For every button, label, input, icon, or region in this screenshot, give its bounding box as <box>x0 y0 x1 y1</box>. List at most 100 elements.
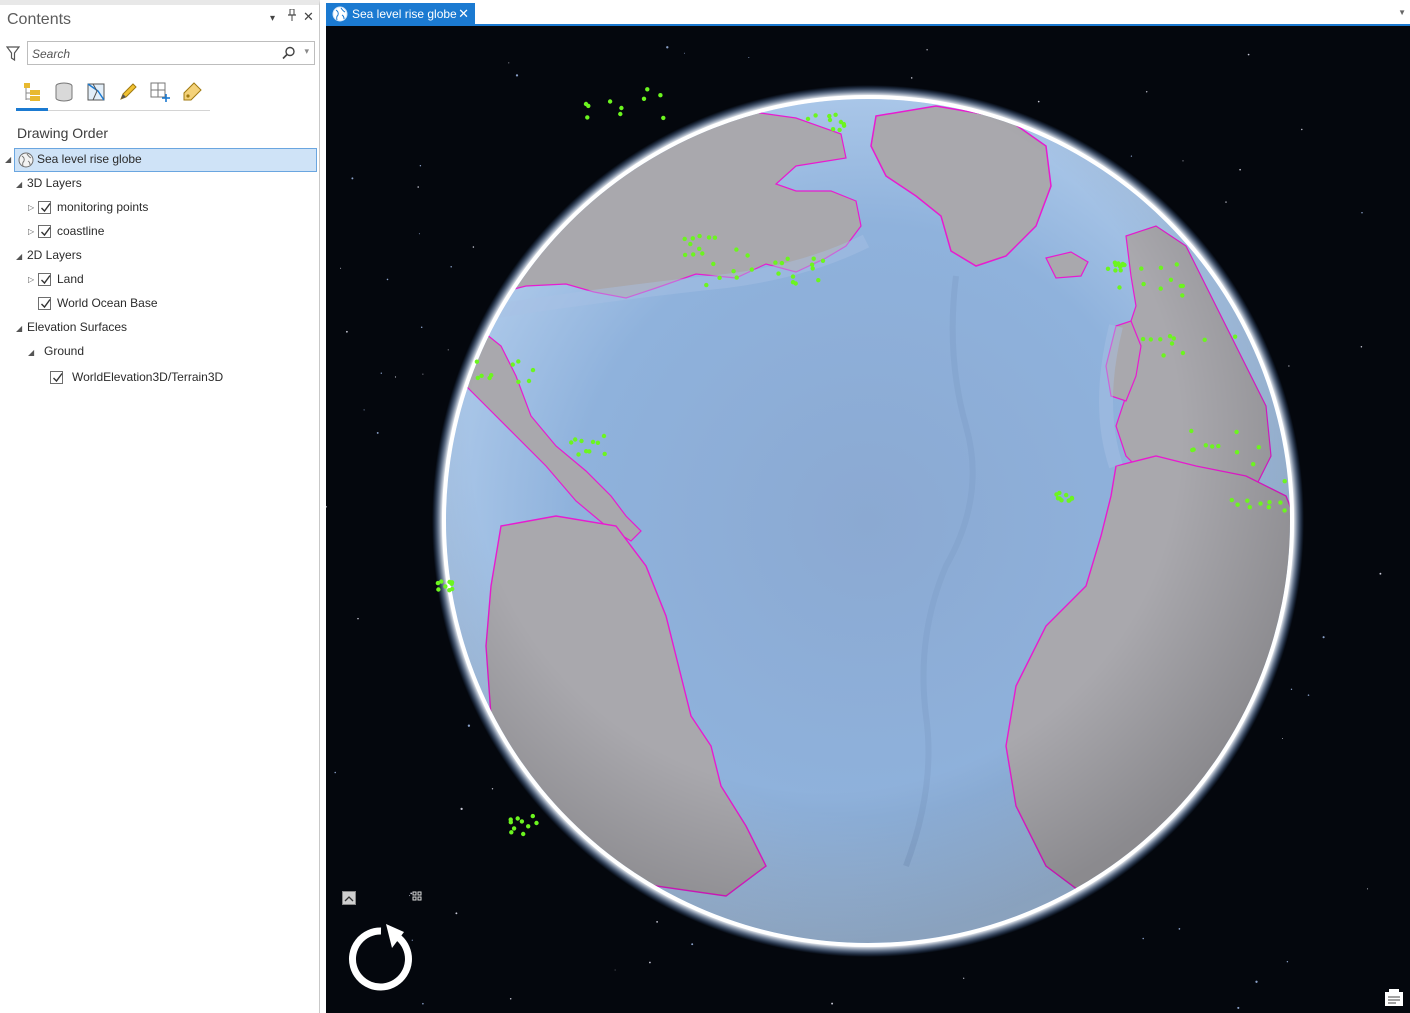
monitoring-point <box>1118 268 1123 273</box>
navigator-heading-control[interactable] <box>344 922 418 996</box>
search-icon[interactable] <box>282 46 296 60</box>
world-ocean-base-checkbox[interactable] <box>38 297 51 310</box>
monitoring-point <box>618 111 623 117</box>
land-expand-caret[interactable]: ▷ <box>28 275 34 284</box>
tree-item-land[interactable]: Land <box>38 269 278 291</box>
tab-list-dropdown-icon[interactable]: ▼ <box>1398 8 1406 17</box>
monitoring-point <box>515 816 520 821</box>
search-dropdown-icon[interactable]: ▾ <box>304 46 309 57</box>
monitoring-points-expand-caret[interactable]: ▷ <box>28 203 34 212</box>
monitoring-point <box>1251 462 1256 467</box>
monitoring-point <box>585 115 590 120</box>
monitoring-point <box>1067 498 1072 503</box>
monitoring-point <box>700 251 705 256</box>
star <box>1145 91 1148 93</box>
list-by-selection-button[interactable] <box>80 77 112 107</box>
full-navigator-icon[interactable] <box>412 888 422 901</box>
monitoring-point <box>1266 505 1271 510</box>
monitoring-points-checkbox[interactable] <box>38 201 51 214</box>
monitoring-point <box>526 824 531 829</box>
monitoring-point <box>601 433 607 439</box>
coastline-expand-caret[interactable]: ▷ <box>28 227 34 236</box>
tree-item-coastline[interactable]: coastline <box>38 221 278 243</box>
tree-group-elevation-surfaces[interactable]: Elevation Surfaces <box>26 317 246 339</box>
star <box>515 74 519 77</box>
pane-close-button[interactable]: ✕ <box>303 9 314 25</box>
label-tag-icon <box>183 82 202 101</box>
monitoring-point <box>1203 443 1208 448</box>
monitoring-point <box>1180 293 1185 298</box>
monitoring-point <box>837 127 842 133</box>
star <box>380 372 382 374</box>
tree-item-ground[interactable]: Ground <box>43 341 243 363</box>
list-by-labeling-button[interactable] <box>176 77 208 107</box>
monitoring-point <box>734 275 739 280</box>
ground-caret[interactable]: ◢ <box>28 348 34 357</box>
monitoring-point <box>776 271 781 276</box>
notifications-icon[interactable] <box>1384 989 1404 1007</box>
pane-title: Contents <box>7 11 72 28</box>
pane-menu-button[interactable]: ▾ <box>270 13 275 24</box>
star <box>422 373 424 375</box>
layer-label: coastline <box>57 224 105 238</box>
layers-3d-caret[interactable]: ◢ <box>16 180 22 189</box>
star <box>419 165 422 167</box>
pencil-icon <box>120 83 137 100</box>
tree-group-2d-layers[interactable]: 2D Layers <box>26 245 226 267</box>
monitoring-point <box>785 256 790 261</box>
monitoring-point <box>526 378 532 384</box>
tab-sea-level-rise-globe[interactable]: Sea level rise globe ✕ <box>326 3 475 26</box>
monitoring-point <box>688 241 693 247</box>
monitoring-point <box>1258 501 1263 506</box>
list-by-drawing-order-button[interactable] <box>16 77 48 111</box>
coastline-checkbox[interactable] <box>38 225 51 238</box>
elevation-surfaces-caret[interactable]: ◢ <box>16 324 22 333</box>
monitoring-point <box>534 820 539 826</box>
monitoring-point <box>811 256 816 261</box>
tree-item-monitoring-points[interactable]: monitoring points <box>38 197 278 219</box>
filter-icon[interactable] <box>5 45 21 63</box>
star <box>491 788 494 790</box>
tab-label: Sea level rise globe <box>352 7 457 21</box>
monitoring-point <box>1245 498 1250 503</box>
map-expand-caret[interactable]: ◢ <box>5 155 11 164</box>
monitoring-point <box>1139 266 1144 271</box>
monitoring-point <box>682 252 688 258</box>
monitoring-point <box>435 580 441 586</box>
layers-2d-caret[interactable]: ◢ <box>16 252 22 261</box>
monitoring-point <box>573 437 578 442</box>
search-input[interactable] <box>32 45 272 62</box>
monitoring-point <box>816 278 821 283</box>
globe-scene[interactable] <box>326 26 1410 1013</box>
star <box>1379 572 1382 575</box>
navigator-collapse-button[interactable] <box>342 891 356 905</box>
tree-item-terrain[interactable]: WorldElevation3D/Terrain3D <box>50 367 300 389</box>
layer-label: World Ocean Base <box>57 296 158 310</box>
search-field[interactable]: ▾ <box>27 41 315 65</box>
tree-item-map[interactable]: Sea level rise globe <box>14 148 317 172</box>
list-by-editing-button[interactable] <box>112 77 144 107</box>
monitoring-point <box>1190 447 1195 453</box>
terrain-checkbox[interactable] <box>50 371 63 384</box>
star <box>450 266 452 268</box>
star <box>1322 636 1325 639</box>
globe-map-view[interactable] <box>326 26 1410 1013</box>
tree-item-world-ocean-base[interactable]: World Ocean Base <box>38 293 278 315</box>
list-by-data-source-button[interactable] <box>48 77 80 107</box>
monitoring-point <box>602 451 607 457</box>
star <box>748 57 750 58</box>
layer-label: Land <box>57 272 84 286</box>
star <box>376 431 379 434</box>
tab-close-button[interactable]: ✕ <box>458 6 469 22</box>
star <box>417 186 419 188</box>
tree-group-3d-layers[interactable]: 3D Layers <box>26 173 226 195</box>
monitoring-point <box>1158 286 1163 291</box>
star <box>326 506 327 508</box>
star <box>363 409 365 411</box>
monitoring-point <box>619 105 624 111</box>
monitoring-point <box>830 127 836 132</box>
pin-icon[interactable] <box>287 8 297 24</box>
land-checkbox[interactable] <box>38 273 51 286</box>
list-by-snapping-button[interactable] <box>144 77 176 107</box>
pane-header: Contents ▾ ✕ <box>0 5 320 35</box>
